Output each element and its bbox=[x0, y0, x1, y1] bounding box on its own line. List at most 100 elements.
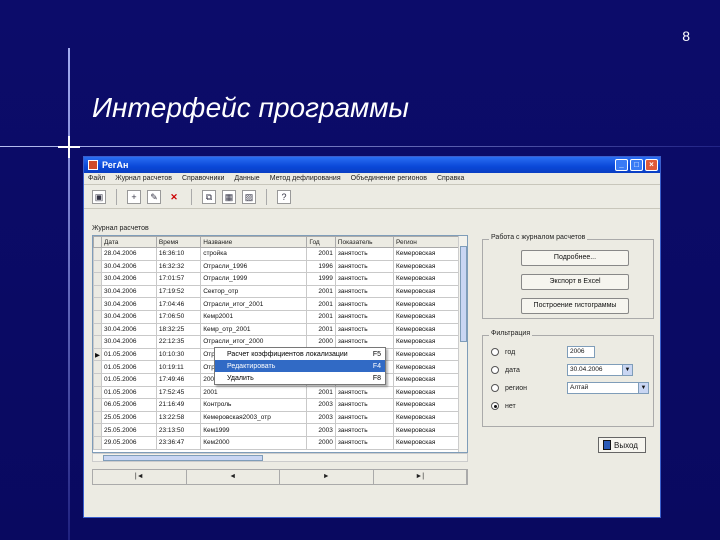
year-field[interactable]: 2006 bbox=[567, 346, 595, 358]
table-cell: 1999 bbox=[306, 272, 336, 286]
row-indicator[interactable]: ▶ bbox=[93, 347, 102, 362]
minimize-button[interactable]: _ bbox=[615, 159, 628, 171]
table-cell: 18:32:25 bbox=[155, 322, 202, 337]
maximize-button[interactable]: □ bbox=[630, 159, 643, 171]
table-row[interactable]: 30.04.2006 16:32:32 Отрасли_1996 1996 занято… bbox=[93, 259, 460, 274]
row-indicator[interactable] bbox=[93, 410, 102, 425]
histogram-button[interactable]: Построение гистограммы bbox=[521, 298, 629, 314]
row-indicator[interactable] bbox=[93, 335, 102, 349]
table-cell: Кем1999 bbox=[200, 423, 308, 437]
radio-region[interactable] bbox=[491, 384, 499, 392]
table-row[interactable]: 30.04.2006 17:04:46 Отрасли_итог_2001 2001 з… bbox=[93, 297, 460, 311]
menu-merge-regions[interactable]: Объединение регионов bbox=[351, 175, 427, 182]
new-record-icon[interactable]: ▣ bbox=[92, 189, 106, 204]
table-row[interactable]: 30.04.2006 17:01:57 Отрасли_1999 1999 занято… bbox=[93, 272, 460, 286]
table-cell: занятость bbox=[334, 309, 394, 324]
filter-date-option[interactable]: дата bbox=[491, 366, 520, 374]
row-indicator[interactable] bbox=[93, 385, 102, 400]
row-indicator[interactable] bbox=[93, 372, 102, 387]
table-row[interactable]: 06.05.2006 21:16:49 Контроль 2003 занятость К… bbox=[93, 398, 460, 412]
help-icon[interactable]: ? bbox=[277, 189, 291, 204]
table-cell: Кемеровская bbox=[392, 297, 460, 311]
column-header-time[interactable]: Время bbox=[155, 236, 202, 248]
chevron-down-icon[interactable]: ▼ bbox=[638, 383, 648, 393]
table-cell: 25.05.2006 bbox=[101, 410, 157, 425]
table-cell: Кемр2001 bbox=[200, 309, 308, 324]
date-field[interactable]: 30.04.2006 ▼ bbox=[567, 364, 633, 376]
context-item-delete[interactable]: Удалить F8 bbox=[215, 372, 385, 384]
chevron-down-icon[interactable]: ▼ bbox=[622, 365, 632, 375]
column-header-date[interactable]: Дата bbox=[101, 236, 157, 248]
menu-references[interactable]: Справочники bbox=[182, 175, 224, 182]
table-row[interactable]: 25.05.2006 13:22:58 Кемеровская2003_отр 200… bbox=[93, 410, 460, 425]
table-row[interactable]: 30.04.2006 17:19:52 Сектор_отр 2001 занятост… bbox=[93, 284, 460, 299]
menu-method[interactable]: Метод дефлирования bbox=[270, 175, 341, 182]
table-row[interactable]: 01.05.2006 17:52:45 2001 2001 занятость Кемер… bbox=[93, 385, 460, 400]
context-item-calc[interactable]: Расчет коэффициентов локализации F5 bbox=[215, 348, 385, 360]
filter-year-option[interactable]: год bbox=[491, 348, 515, 356]
last-record-button[interactable]: ►| bbox=[374, 470, 467, 484]
context-item-edit[interactable]: Редактировать F4 bbox=[215, 360, 385, 372]
row-indicator[interactable] bbox=[93, 247, 102, 261]
region-select[interactable]: Алтай ▼ bbox=[567, 382, 649, 394]
edit-pencil-icon[interactable]: ✎ bbox=[147, 189, 161, 204]
door-icon bbox=[603, 440, 611, 450]
table-icon[interactable]: ▦ bbox=[222, 189, 236, 204]
delete-icon[interactable]: ✕ bbox=[167, 190, 181, 204]
first-record-button[interactable]: |◄ bbox=[93, 470, 187, 484]
column-header-indicator[interactable]: Показатель bbox=[334, 236, 394, 248]
close-button[interactable]: × bbox=[645, 159, 658, 171]
row-indicator[interactable] bbox=[93, 398, 102, 412]
column-header-year[interactable]: Год bbox=[306, 236, 336, 248]
add-icon[interactable]: + bbox=[127, 189, 141, 204]
table-row[interactable]: 29.05.2006 23:36:47 Кем2000 2000 занятость Ке… bbox=[93, 435, 460, 450]
menu-file[interactable]: Файл bbox=[88, 175, 105, 182]
next-record-button[interactable]: ► bbox=[280, 470, 374, 484]
radio-year[interactable] bbox=[491, 348, 499, 356]
column-header-region[interactable]: Регион bbox=[392, 236, 460, 248]
slide-title: Интерфейс программы bbox=[92, 92, 410, 123]
radio-date[interactable] bbox=[491, 366, 499, 374]
table-row[interactable]: 25.05.2006 23:13:50 Кем1999 2003 занятость Ке… bbox=[93, 423, 460, 437]
filter-group-title: Фильтрация bbox=[489, 330, 533, 337]
horizontal-scrollbar[interactable] bbox=[92, 453, 468, 462]
row-indicator[interactable] bbox=[93, 284, 102, 299]
table-row[interactable]: 30.04.2006 17:06:50 Кемр2001 2001 занятость К… bbox=[93, 309, 460, 324]
column-header-name[interactable]: Название bbox=[200, 236, 308, 248]
table-cell: Отрасли_1999 bbox=[200, 272, 308, 286]
table-cell: 10:19:11 bbox=[155, 360, 202, 374]
table-cell: стройка bbox=[200, 247, 308, 261]
filter-none-option[interactable]: нет bbox=[491, 402, 516, 410]
radio-none[interactable] bbox=[491, 402, 499, 410]
table-row[interactable]: 28.04.2006 16:36:10 стройка 2001 занятость Ке… bbox=[93, 247, 460, 261]
menu-journal[interactable]: Журнал расчетов bbox=[115, 175, 172, 182]
image-icon[interactable]: ▨ bbox=[242, 189, 256, 204]
table-cell: 2001 bbox=[306, 284, 336, 299]
table-cell: Отрасли_итог_2001 bbox=[200, 297, 308, 311]
prev-record-button[interactable]: ◄ bbox=[187, 470, 280, 484]
row-indicator[interactable] bbox=[93, 360, 102, 374]
table-cell: 13:22:58 bbox=[155, 410, 202, 425]
row-indicator[interactable] bbox=[93, 435, 102, 450]
row-indicator[interactable] bbox=[93, 322, 102, 337]
details-button[interactable]: Подробнее... bbox=[521, 250, 629, 266]
row-indicator[interactable] bbox=[93, 309, 102, 324]
table-cell: Кем2000 bbox=[200, 435, 308, 450]
table-cell: 1996 bbox=[306, 259, 336, 274]
filter-region-option[interactable]: регион bbox=[491, 384, 527, 392]
exit-button[interactable]: Выход bbox=[598, 437, 646, 453]
journal-grid[interactable]: Дата Время Название Год Показатель Регио… bbox=[92, 235, 468, 453]
row-indicator[interactable] bbox=[93, 259, 102, 274]
export-excel-button[interactable]: Экспорт в Excel bbox=[521, 274, 629, 290]
table-cell: занятость bbox=[334, 247, 394, 261]
table-cell: занятость bbox=[334, 435, 394, 450]
menu-data[interactable]: Данные bbox=[234, 175, 259, 182]
table-cell: Кемеровская2003_отр bbox=[200, 410, 308, 425]
menu-help[interactable]: Справка bbox=[437, 175, 464, 182]
row-indicator[interactable] bbox=[93, 272, 102, 286]
copy-icon[interactable]: ⧉ bbox=[202, 189, 216, 204]
row-indicator[interactable] bbox=[93, 423, 102, 437]
table-row[interactable]: 30.04.2006 18:32:25 Кемр_отр_2001 2001 занят… bbox=[93, 322, 460, 337]
row-indicator[interactable] bbox=[93, 297, 102, 311]
vertical-scrollbar[interactable] bbox=[458, 236, 467, 452]
